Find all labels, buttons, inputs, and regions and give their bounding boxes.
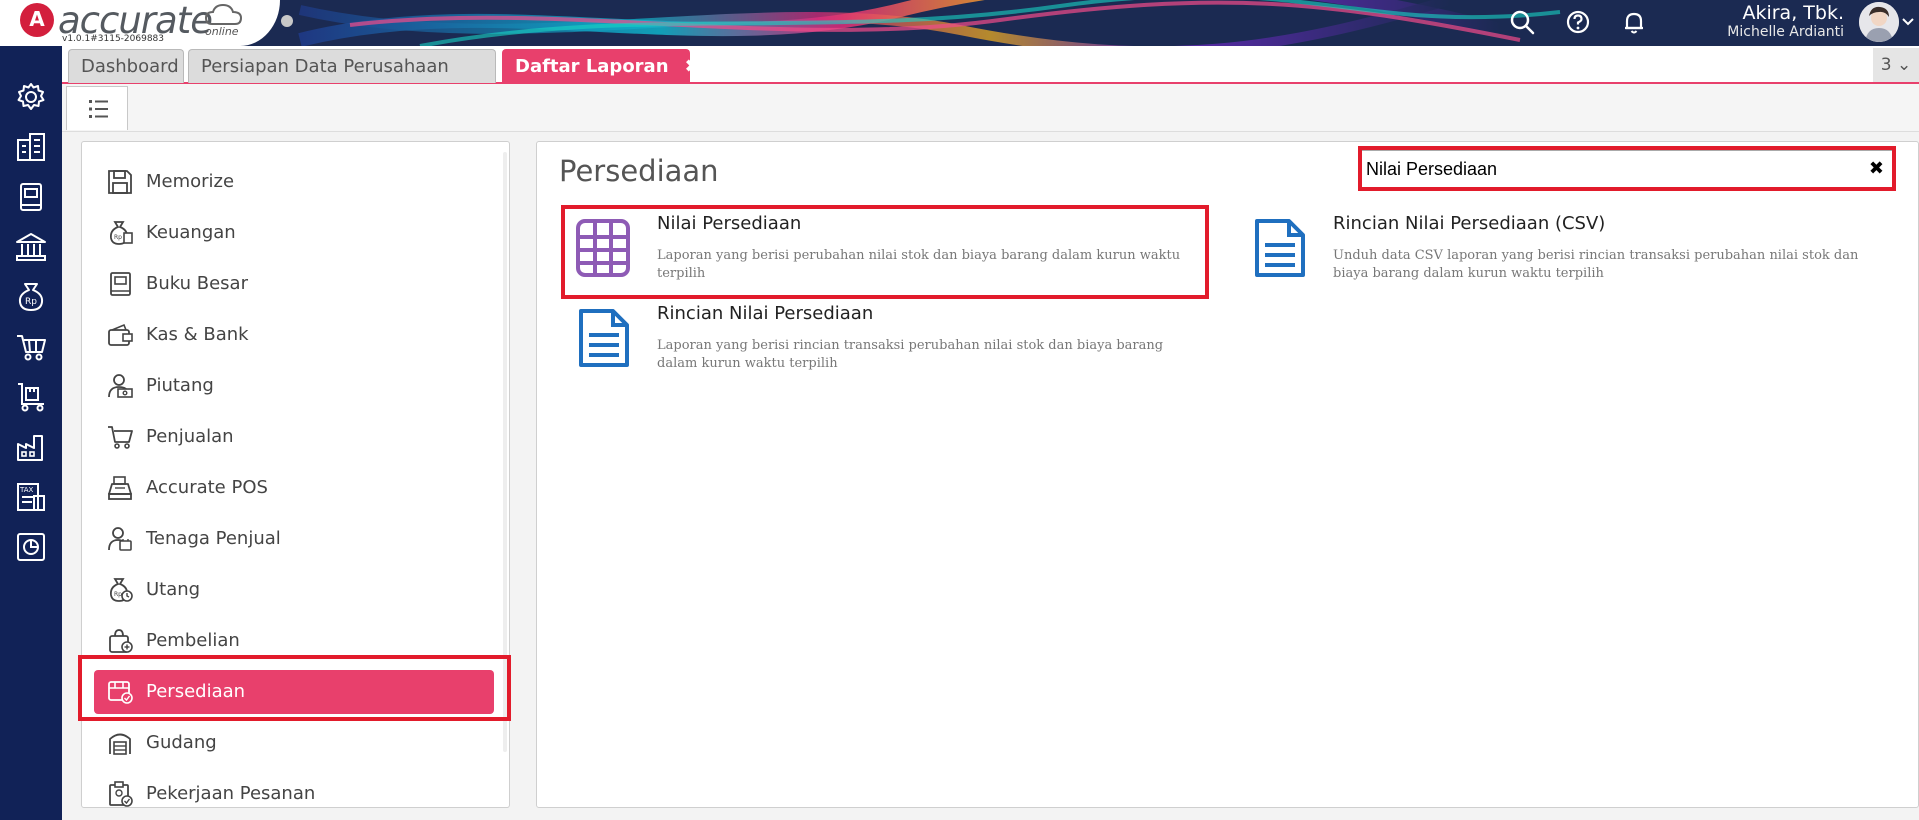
category-label: Utang: [146, 579, 201, 600]
chevron-down-icon[interactable]: [1901, 14, 1915, 28]
category-keuangan[interactable]: Rp Keuangan: [94, 211, 494, 255]
category-gudang[interactable]: Gudang: [94, 721, 494, 765]
report-title: Rincian Nilai Persediaan: [657, 303, 874, 324]
category-label: Accurate POS: [146, 477, 268, 498]
document-icon: [579, 309, 629, 367]
report-description: Laporan yang berisi perubahan nilai stok…: [657, 248, 1181, 281]
category-label: Pekerjaan Pesanan: [146, 783, 316, 804]
list-icon: [89, 100, 108, 118]
accurate-logo-icon: A: [20, 3, 54, 37]
report-description: Unduh data CSV laporan yang berisi rinci…: [1333, 248, 1859, 281]
left-nav-rail: Rp TAX: [0, 46, 62, 820]
buildings-icon[interactable]: [14, 130, 48, 164]
report-title: Rincian Nilai Persediaan (CSV): [1333, 213, 1606, 234]
warehouse-icon: [109, 733, 131, 755]
report-search-box[interactable]: ✖: [1359, 150, 1893, 188]
category-label: Tenaga Penjual: [146, 528, 281, 549]
ledger-icon: [110, 272, 131, 296]
tab-bar: Dashboard Persiapan Data Perusahaan Daft…: [62, 46, 1919, 84]
category-label: Pembelian: [146, 630, 240, 651]
tab-dashboard[interactable]: Dashboard: [68, 49, 184, 83]
tax-icon[interactable]: TAX: [14, 480, 48, 514]
list-view-button[interactable]: [66, 86, 128, 130]
svg-text:Rp: Rp: [114, 591, 122, 598]
report-rincian-nilai-persediaan[interactable]: Rincian Nilai Persediaan Laporan yang be…: [561, 295, 1201, 375]
category-pekerjaan-pesanan[interactable]: Pekerjaan Pesanan: [94, 772, 494, 807]
payable-icon: Rp: [109, 578, 133, 602]
report-rincian-nilai-persediaan-csv[interactable]: Rincian Nilai Persediaan (CSV) Unduh dat…: [1237, 205, 1877, 285]
search-icon[interactable]: [1508, 8, 1536, 36]
cart-icon[interactable]: [14, 330, 48, 364]
user-name[interactable]: Michelle Ardianti: [1727, 24, 1844, 40]
book-icon[interactable]: [14, 180, 48, 214]
inventory-icon: [108, 681, 133, 704]
floppy-icon: [108, 170, 132, 194]
purchase-bag-icon: [109, 629, 133, 653]
category-buku-besar[interactable]: Buku Besar: [94, 262, 494, 306]
category-label: Memorize: [146, 171, 235, 192]
grid-table-icon: [576, 219, 630, 277]
svg-text:TAX: TAX: [19, 486, 34, 494]
cash-register-icon: [108, 476, 132, 500]
wallet-icon: [108, 323, 133, 346]
report-nilai-persediaan[interactable]: Nilai Persediaan Laporan yang berisi per…: [561, 205, 1201, 285]
receivable-icon: [108, 374, 133, 398]
category-pembelian[interactable]: Pembelian: [94, 619, 494, 663]
document-icon: [1255, 219, 1305, 277]
category-label: Keuangan: [146, 222, 236, 243]
category-penjualan[interactable]: Penjualan: [94, 415, 494, 459]
version-label: v1.0.1#3115-2069883: [62, 34, 165, 44]
avatar[interactable]: [1859, 2, 1899, 42]
close-icon[interactable]: ✖: [685, 50, 700, 83]
status-dot: [281, 15, 293, 27]
report-chart-icon[interactable]: [14, 530, 48, 564]
category-utang[interactable]: Rp Utang: [94, 568, 494, 612]
category-kas-bank[interactable]: Kas & Bank: [94, 313, 494, 357]
cart-icon: [108, 426, 133, 449]
report-description: Laporan yang berisi rincian transaksi pe…: [657, 338, 1164, 371]
tab-persiapan-data-perusahaan[interactable]: Persiapan Data Perusahaan: [188, 49, 496, 83]
search-input[interactable]: [1366, 154, 1856, 184]
avatar-image-icon: [1859, 2, 1899, 42]
category-label: Gudang: [146, 732, 217, 753]
category-persediaan[interactable]: Persediaan: [94, 670, 494, 714]
category-label: Persediaan: [146, 681, 246, 702]
scrollbar[interactable]: [503, 152, 507, 752]
category-label: Buku Besar: [146, 273, 248, 294]
report-title: Nilai Persediaan: [657, 213, 802, 234]
report-category-list: Memorize Rp Keuangan Buku Besar Kas & Ba…: [81, 141, 510, 808]
delivery-icon[interactable]: [14, 380, 48, 414]
category-piutang[interactable]: Piutang: [94, 364, 494, 408]
category-tenaga-penjual[interactable]: Tenaga Penjual: [94, 517, 494, 561]
money-tag-icon[interactable]: Rp: [14, 280, 48, 314]
category-label: Piutang: [146, 375, 214, 396]
company-name[interactable]: Akira, Tbk.: [1742, 2, 1844, 24]
logo-online-label: online: [205, 25, 239, 38]
top-header: A accurate online v1.0.1#3115-2069883 Ak…: [0, 0, 1919, 46]
page-title: Persediaan: [559, 154, 719, 188]
logo-area[interactable]: A accurate online v1.0.1#3115-2069883: [0, 0, 280, 46]
category-label: Penjualan: [146, 426, 234, 447]
clear-search-icon[interactable]: ✖: [1869, 158, 1884, 179]
bank-icon[interactable]: [14, 230, 48, 264]
tab-count-dropdown[interactable]: 3 ⌄: [1873, 48, 1919, 82]
svg-text:Rp: Rp: [114, 234, 122, 241]
factory-icon[interactable]: [14, 430, 48, 464]
help-icon[interactable]: [1564, 8, 1592, 36]
tab-label: Daftar Laporan: [515, 56, 669, 77]
category-memorize[interactable]: Memorize: [94, 160, 494, 204]
category-label: Kas & Bank: [146, 324, 249, 345]
sub-toolbar: [62, 84, 1919, 132]
category-accurate-pos[interactable]: Accurate POS: [94, 466, 494, 510]
tab-daftar-laporan[interactable]: Daftar Laporan ✖: [502, 49, 700, 83]
svg-text:Rp: Rp: [25, 297, 37, 307]
job-order-icon: [109, 781, 133, 807]
tab-label: Dashboard: [81, 56, 179, 77]
money-bag-icon: Rp: [109, 221, 133, 245]
salesperson-icon: [108, 527, 132, 551]
tab-label: Persiapan Data Perusahaan: [201, 56, 449, 77]
gear-icon[interactable]: [14, 80, 48, 114]
report-panel: Persediaan ✖ Nilai Persediaan Laporan ya…: [536, 141, 1919, 808]
bell-icon[interactable]: [1620, 8, 1648, 36]
